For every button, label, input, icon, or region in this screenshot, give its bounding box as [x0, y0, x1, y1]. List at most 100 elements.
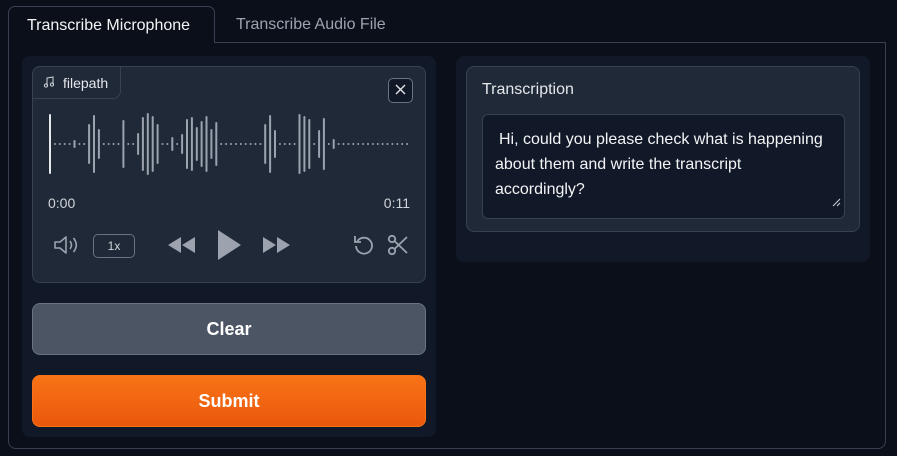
waveform-bar — [269, 115, 272, 173]
waveform-bar — [362, 143, 365, 145]
transcription-label: Transcription — [482, 81, 574, 98]
waveform-bar — [337, 143, 340, 145]
waveform-bar — [230, 143, 232, 145]
rewind-button[interactable] — [167, 235, 197, 259]
transcription-block: Transcription Hi, could you please check… — [466, 66, 860, 232]
undo-icon — [352, 233, 376, 262]
waveform-bar — [146, 113, 149, 175]
volume-icon — [53, 234, 81, 261]
waveform-bar — [171, 137, 174, 151]
audio-player: filepath 0:00 0:11 1x — [32, 66, 426, 283]
waveform-bar — [93, 115, 95, 173]
playback-controls: 1x — [33, 227, 427, 267]
waveform-bar — [137, 133, 140, 155]
music-note-icon — [43, 75, 55, 91]
waveform-bar — [244, 143, 247, 145]
waveform-bar — [117, 143, 120, 145]
waveform-bar — [322, 118, 325, 170]
volume-button[interactable] — [53, 235, 81, 259]
tab-transcribe-audio-file[interactable]: Transcribe Audio File — [218, 6, 404, 43]
waveform-bar — [278, 143, 281, 145]
waveform-bar — [190, 117, 193, 171]
waveform-bar — [259, 143, 262, 145]
waveform-bar — [205, 116, 208, 172]
waveform-bar — [347, 143, 350, 145]
waveform-bar — [68, 143, 71, 145]
waveform-bar — [298, 114, 301, 174]
waveform-bar — [406, 143, 409, 145]
waveform-bar — [200, 121, 203, 167]
waveform-bar — [327, 143, 330, 145]
play-button[interactable] — [213, 229, 245, 265]
waveform-bar — [161, 143, 164, 145]
waveform-bar — [381, 143, 384, 145]
waveform-bar — [386, 143, 389, 145]
waveform-bar — [357, 143, 360, 145]
waveform-bar — [58, 143, 61, 145]
waveform-bar — [234, 143, 237, 145]
waveform-bar — [186, 119, 188, 169]
waveform-bar — [308, 119, 311, 169]
clear-button[interactable]: Clear — [32, 303, 426, 355]
scissors-icon — [386, 233, 410, 262]
tab-bar: Transcribe Microphone Transcribe Audio F… — [0, 0, 897, 43]
close-icon — [395, 82, 406, 100]
waveform-bar — [332, 139, 335, 149]
rewind-icon — [167, 235, 197, 260]
audio-label: filepath — [32, 66, 122, 99]
waveform-bar — [396, 143, 399, 145]
waveform-bar — [371, 143, 374, 145]
waveform[interactable] — [48, 112, 410, 176]
waveform-bar — [78, 143, 81, 145]
waveform-bar — [264, 124, 267, 164]
waveform-bar — [239, 143, 242, 145]
transcription-textarea[interactable]: Hi, could you please check what is happe… — [482, 114, 845, 219]
waveform-bar — [112, 143, 115, 145]
waveform-bar — [274, 130, 276, 158]
waveform-bar — [107, 143, 110, 145]
waveform-bar — [288, 143, 291, 145]
waveform-bar — [166, 143, 169, 145]
input-panel: filepath 0:00 0:11 1x Clear Submit — [22, 56, 436, 437]
current-time: 0:00 — [48, 195, 76, 211]
fast-forward-button[interactable] — [261, 235, 291, 259]
waveform-bar — [303, 116, 306, 172]
waveform-bar — [367, 143, 369, 145]
tab-transcribe-microphone[interactable]: Transcribe Microphone — [8, 6, 215, 43]
waveform-bar — [210, 129, 213, 159]
waveform-bar — [352, 143, 355, 145]
play-icon — [215, 228, 243, 267]
waveform-bar — [88, 124, 91, 164]
transcription-text: Hi, could you please check what is happe… — [495, 131, 823, 198]
waveform-bar — [220, 143, 223, 145]
waveform-bar — [401, 143, 404, 145]
waveform-bar — [342, 143, 345, 145]
waveform-bar — [176, 143, 179, 145]
waveform-bar — [53, 143, 56, 145]
waveform-bar — [73, 140, 76, 148]
waveform-bar — [391, 143, 394, 145]
waveform-bar — [181, 134, 184, 154]
waveform-bar — [141, 117, 144, 171]
audio-label-text: filepath — [63, 74, 109, 91]
waveform-bar — [127, 143, 130, 145]
undo-button[interactable] — [351, 234, 377, 260]
waveform-bar — [293, 143, 296, 145]
waveform-bar — [132, 143, 135, 145]
waveform-bar — [97, 129, 100, 159]
waveform-bar — [376, 143, 379, 145]
waveform-bar — [313, 143, 316, 145]
close-button[interactable] — [388, 78, 413, 103]
waveform-bar — [195, 127, 198, 161]
playhead — [49, 114, 51, 174]
waveform-bar — [215, 122, 218, 166]
waveform-bar — [122, 120, 125, 168]
output-panel: Transcription Hi, could you please check… — [456, 56, 870, 262]
playback-speed-button[interactable]: 1x — [93, 234, 135, 258]
submit-button[interactable]: Submit — [32, 375, 426, 427]
waveform-bar — [63, 143, 66, 145]
waveform-bar — [318, 130, 321, 158]
trim-button[interactable] — [385, 234, 411, 260]
resize-handle-icon[interactable] — [828, 190, 841, 215]
waveform-bar — [254, 143, 257, 145]
